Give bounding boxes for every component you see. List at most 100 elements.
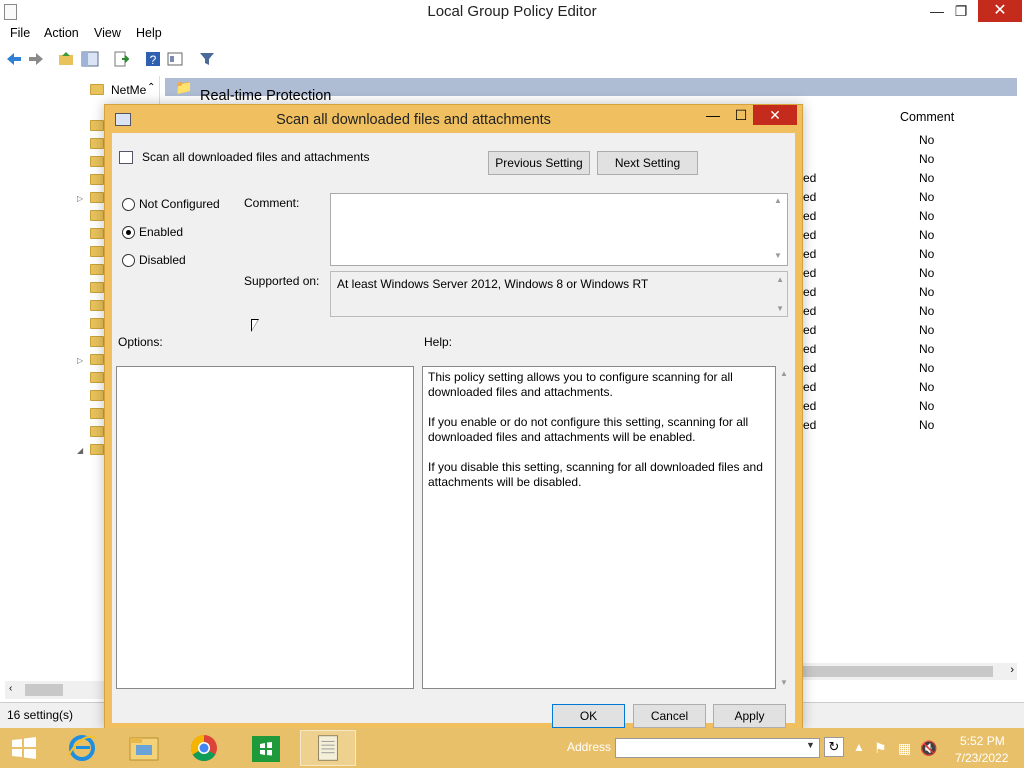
scroll-left-icon[interactable]: ‹: [9, 683, 12, 694]
menu-action[interactable]: Action: [44, 26, 79, 40]
cancel-button[interactable]: Cancel: [633, 704, 706, 728]
menubar: File Action View Help: [0, 24, 1024, 44]
next-setting-button[interactable]: Next Setting: [597, 151, 698, 175]
scroll-right-icon[interactable]: ›: [1010, 664, 1014, 676]
state-cell: ed: [803, 418, 817, 432]
folder-icon: [90, 426, 104, 437]
comment-cell: No: [919, 304, 935, 318]
up-folder-icon[interactable]: [57, 50, 75, 68]
help-label: Help:: [424, 335, 453, 349]
forward-arrow-icon[interactable]: [27, 50, 45, 68]
comment-column-header[interactable]: Comment: [900, 110, 954, 124]
setting-icon: [119, 151, 133, 164]
folder-icon: [90, 174, 104, 185]
action-center-flag-icon[interactable]: ⚑: [874, 740, 887, 757]
notepad-icon[interactable]: [300, 730, 356, 766]
dialog-minimize-button[interactable]: —: [703, 107, 723, 123]
expand-arrow-icon[interactable]: ▷: [77, 356, 83, 365]
comment-cell: No: [919, 133, 935, 147]
radio-label[interactable]: Enabled: [139, 225, 183, 239]
scrollbar-thumb[interactable]: [803, 666, 993, 677]
network-icon[interactable]: ▦: [898, 740, 911, 757]
restore-button[interactable]: ❐: [946, 0, 976, 22]
folder-icon: [90, 228, 104, 239]
show-hide-tree-icon[interactable]: [81, 50, 99, 68]
scroll-up-icon[interactable]: ⌃: [147, 82, 155, 93]
clock-time[interactable]: 5:52 PM: [960, 734, 1005, 748]
comment-cell: No: [919, 418, 935, 432]
folder-icon: [90, 138, 104, 149]
properties-icon[interactable]: [166, 50, 184, 68]
menu-view[interactable]: View: [94, 26, 121, 40]
collapse-arrow-icon[interactable]: ◢: [77, 446, 83, 455]
file-explorer-icon[interactable]: [116, 730, 172, 766]
comment-input[interactable]: [330, 193, 788, 266]
folder-icon: [90, 408, 104, 419]
radio-label[interactable]: Disabled: [139, 253, 186, 267]
address-input[interactable]: [615, 738, 820, 758]
filter-icon[interactable]: [198, 50, 216, 68]
back-arrow-icon[interactable]: [5, 50, 23, 68]
radio-button[interactable]: [122, 226, 135, 239]
scroll-down-icon[interactable]: ▼: [774, 251, 782, 260]
folder-icon: [90, 444, 104, 455]
toolbar: ?: [0, 45, 1024, 73]
expand-arrow-icon[interactable]: ▷: [77, 194, 83, 203]
menu-file[interactable]: File: [10, 26, 30, 40]
windows-start-icon[interactable]: [4, 730, 44, 766]
list-horizontal-scrollbar[interactable]: ›: [803, 663, 1017, 680]
scroll-down-icon[interactable]: ▼: [776, 304, 784, 313]
close-button[interactable]: ✕: [978, 0, 1022, 22]
radio-button[interactable]: [122, 254, 135, 267]
apply-button[interactable]: Apply: [713, 704, 786, 728]
chevron-down-icon[interactable]: ▼: [806, 740, 815, 750]
menu-help[interactable]: Help: [136, 26, 162, 40]
show-hidden-icons-icon[interactable]: ▲: [853, 740, 865, 754]
refresh-icon[interactable]: ↻: [824, 737, 844, 757]
setting-name: Scan all downloaded files and attachment…: [142, 150, 370, 164]
clock-date[interactable]: 7/23/2022: [955, 751, 1008, 765]
help-paragraph: This policy setting allows you to config…: [428, 370, 733, 399]
radio-label[interactable]: Not Configured: [139, 197, 220, 211]
folder-icon: [90, 192, 104, 203]
help-panel: This policy setting allows you to config…: [422, 366, 776, 689]
comment-cell: No: [919, 152, 935, 166]
help-icon[interactable]: ?: [144, 50, 162, 68]
status-text: 16 setting(s): [7, 708, 74, 722]
comment-cell: No: [919, 285, 935, 299]
scroll-up-icon[interactable]: ▲: [774, 196, 782, 205]
previous-setting-button[interactable]: Previous Setting: [488, 151, 590, 175]
comment-cell: No: [919, 228, 935, 242]
export-list-icon[interactable]: [112, 50, 130, 68]
help-paragraph: If you enable or do not configure this s…: [428, 415, 749, 444]
scroll-up-icon[interactable]: ▲: [780, 369, 788, 378]
folder-icon: [90, 246, 104, 257]
dialog-close-button[interactable]: ✕: [753, 105, 797, 125]
state-cell: ed: [803, 380, 817, 394]
folder-icon: [90, 336, 104, 347]
dialog-client: Scan all downloaded files and attachment…: [112, 133, 795, 728]
help-text: This policy setting allows you to config…: [428, 370, 768, 505]
ok-button[interactable]: OK: [552, 704, 625, 728]
mouse-cursor-icon: [251, 319, 259, 332]
state-cell: ed: [803, 399, 817, 413]
taskbar: Address ▼ ↻ ▲ ⚑ ▦ 🔇 5:52 PM 7/23/2022: [0, 728, 1024, 768]
store-icon[interactable]: [238, 730, 294, 766]
main-window-title: Local Group Policy Editor: [427, 3, 597, 20]
chrome-icon[interactable]: [176, 730, 232, 766]
scroll-up-icon[interactable]: ▲: [776, 275, 784, 284]
tree-item-label[interactable]: NetMe: [111, 83, 146, 97]
comment-cell: No: [919, 247, 935, 261]
comment-cell: No: [919, 171, 935, 185]
scroll-down-icon[interactable]: ▼: [780, 678, 788, 687]
help-scrollbar[interactable]: ▲ ▼: [779, 369, 791, 687]
radio-button[interactable]: [122, 198, 135, 211]
volume-muted-icon[interactable]: 🔇: [920, 740, 937, 757]
state-cell: ed: [803, 190, 817, 204]
dialog-titlebar[interactable]: Scan all downloaded files and attachment…: [105, 105, 802, 133]
scrollbar-thumb[interactable]: [25, 684, 63, 696]
dialog-maximize-button[interactable]: ☐: [731, 107, 751, 124]
internet-explorer-icon[interactable]: [54, 730, 110, 766]
comment-label: Comment:: [244, 196, 300, 210]
supported-on-label: Supported on:: [244, 274, 320, 288]
